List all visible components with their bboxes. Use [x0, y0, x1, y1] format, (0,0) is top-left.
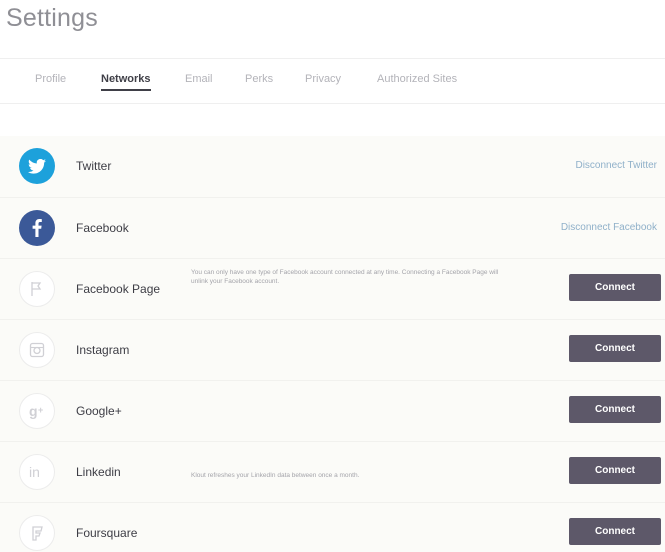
disconnect-twitter-link[interactable]: Disconnect Twitter: [575, 160, 657, 171]
foursquare-icon: [19, 515, 55, 551]
connect-google-plus-button[interactable]: Connect: [569, 396, 661, 423]
network-row-twitter: Twitter Disconnect Twitter: [0, 136, 665, 197]
twitter-bird-icon: [19, 148, 55, 184]
network-row-foursquare: Foursquare Connect: [0, 502, 665, 552]
network-row-facebook: Facebook Disconnect Facebook: [0, 197, 665, 258]
network-name: Facebook Page: [76, 282, 161, 296]
disconnect-facebook-link[interactable]: Disconnect Facebook: [561, 222, 657, 233]
network-description: You can only have one type of Facebook a…: [191, 269, 499, 285]
svg-text:g: g: [29, 403, 38, 419]
network-row-instagram: Instagram Connect: [0, 319, 665, 380]
tab-bar: Profile Networks Email Perks Privacy Aut…: [0, 58, 665, 104]
network-list: Twitter Disconnect Twitter Facebook Disc…: [0, 136, 665, 552]
facebook-f-icon: [19, 210, 55, 246]
svg-text:in: in: [29, 464, 40, 480]
svg-text:+: +: [38, 405, 43, 415]
network-name: Instagram: [76, 343, 130, 357]
network-name: Facebook: [76, 221, 129, 235]
network-row-facebook-page: Facebook Page You can only have one type…: [0, 258, 665, 319]
tab-profile[interactable]: Profile: [35, 73, 66, 85]
network-row-linkedin: in Linkedin Klout refreshes your LinkedI…: [0, 441, 665, 502]
network-name: Linkedin: [76, 465, 121, 479]
tab-authorized-sites[interactable]: Authorized Sites: [377, 73, 457, 85]
network-name: Google+: [76, 404, 122, 418]
tab-perks[interactable]: Perks: [245, 73, 273, 85]
network-row-google-plus: g + Google+ Connect: [0, 380, 665, 441]
camera-icon: [19, 332, 55, 368]
connect-facebook-page-button[interactable]: Connect: [569, 274, 661, 301]
flag-icon: [19, 271, 55, 307]
connect-linkedin-button[interactable]: Connect: [569, 457, 661, 484]
connect-instagram-button[interactable]: Connect: [569, 335, 661, 362]
network-name: Twitter: [76, 159, 112, 173]
google-plus-icon: g +: [19, 393, 55, 429]
tab-privacy[interactable]: Privacy: [305, 73, 341, 85]
connect-foursquare-button[interactable]: Connect: [569, 518, 661, 545]
page-title: Settings: [6, 4, 98, 32]
network-description: Klout refreshes your LinkedIn data betwe…: [191, 472, 360, 479]
network-name: Foursquare: [76, 526, 138, 540]
linkedin-icon: in: [19, 454, 55, 490]
tab-email[interactable]: Email: [185, 73, 213, 85]
tab-networks[interactable]: Networks: [101, 73, 151, 91]
